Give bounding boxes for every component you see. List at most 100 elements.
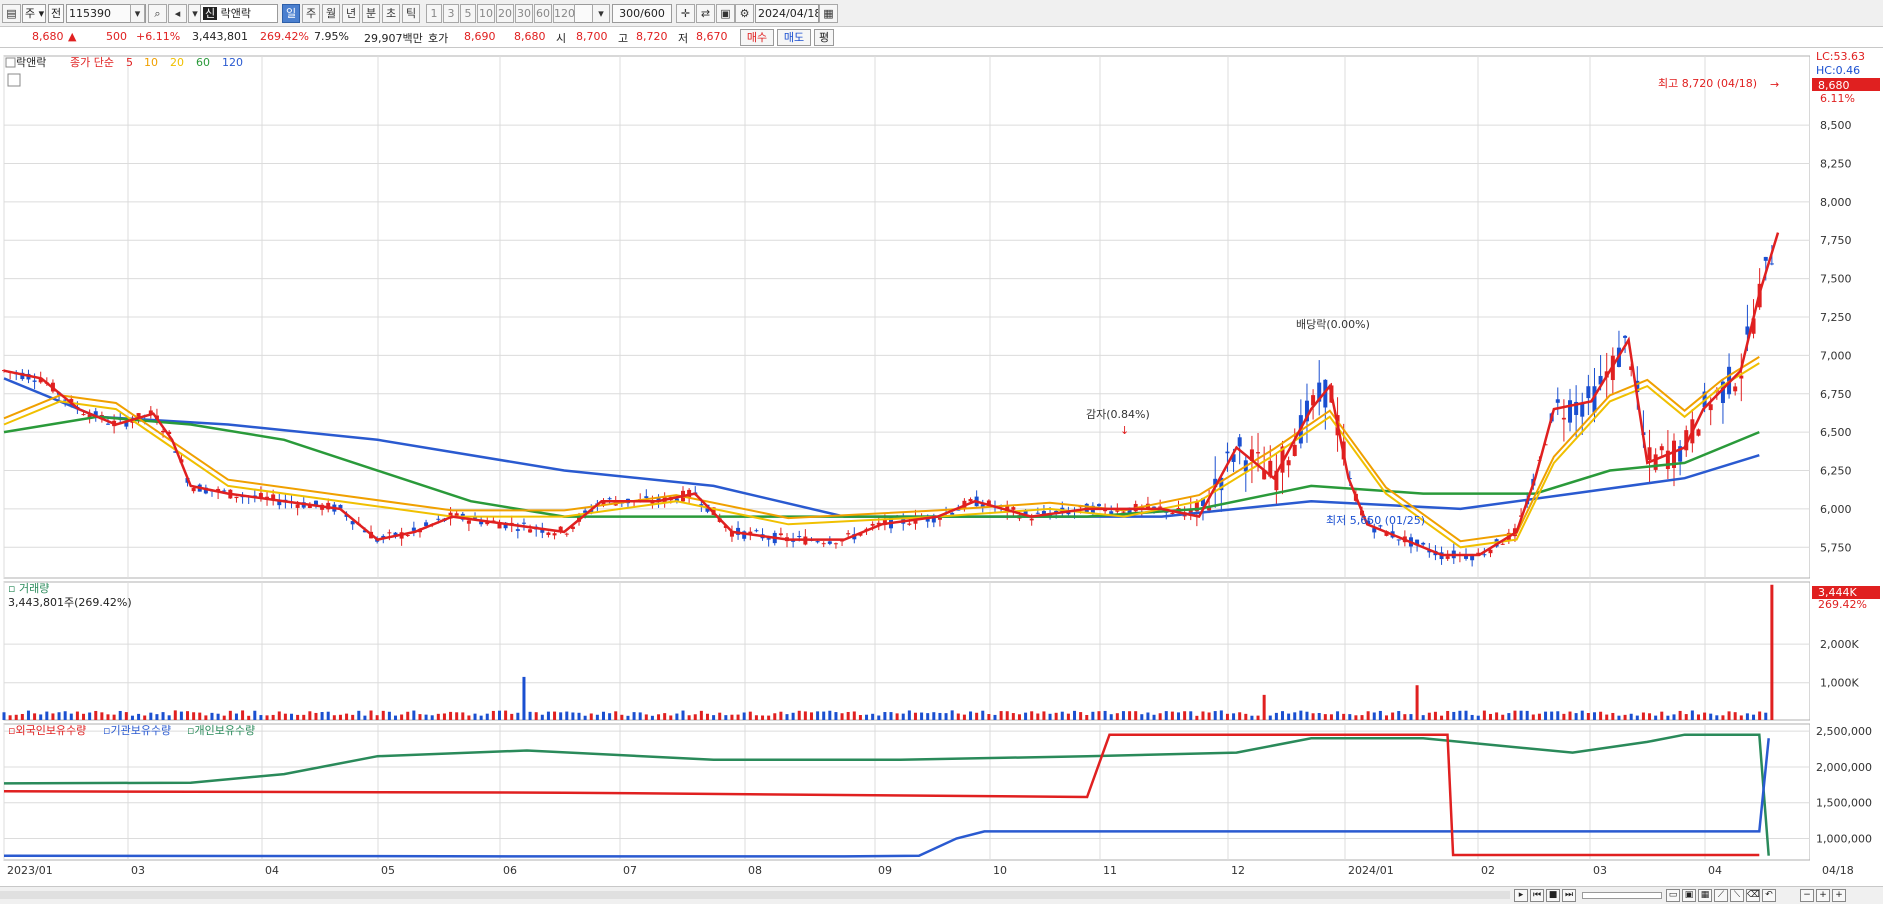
volume-bar: [1146, 712, 1150, 720]
interval-dropdown-icon[interactable]: ▾: [592, 4, 610, 23]
gear-icon[interactable]: ⚙: [735, 4, 754, 23]
candle-body: [1580, 403, 1585, 417]
scroll-last-icon[interactable]: ⏭: [1562, 889, 1576, 902]
price-tick-label: 7,750: [1820, 234, 1852, 247]
volume-bar: [39, 714, 43, 720]
high-label: 고: [618, 32, 629, 45]
x-label: 03: [131, 864, 145, 877]
tab-3[interactable]: 년: [342, 4, 360, 23]
scroll-prev-icon[interactable]: ▸: [1514, 889, 1528, 902]
volume-bar: [253, 710, 257, 720]
x-label: 03: [1593, 864, 1607, 877]
sound-icon[interactable]: ◂: [168, 4, 187, 23]
interval-10[interactable]: 10: [477, 4, 495, 23]
avg-button[interactable]: 평: [814, 29, 834, 46]
count-field[interactable]: 300/600: [612, 4, 672, 23]
interval-60[interactable]: 60: [534, 4, 552, 23]
high-arrow-icon: →: [1770, 78, 1779, 91]
menu-icon[interactable]: ▤: [2, 4, 21, 23]
interval-120[interactable]: 120: [553, 4, 575, 23]
volume-bar: [290, 713, 294, 720]
volume-bar: [510, 713, 514, 720]
crosshair-icon[interactable]: ✛: [676, 4, 695, 23]
volume-bar: [571, 712, 575, 720]
volume-bar: [485, 713, 489, 720]
zoom-slider[interactable]: [1582, 892, 1662, 899]
scroll-stop-icon[interactable]: ■: [1546, 889, 1560, 902]
volume-bar: [1384, 715, 1388, 720]
volume-bar: [1537, 713, 1541, 720]
zoom-out-icon[interactable]: −: [1800, 889, 1814, 902]
volume-bar: [669, 715, 673, 720]
chart-svg[interactable]: 5,750 6,000 6,250 6,500 6,750 7,000 7,250 7,500…: [0, 48, 1883, 886]
search-icon[interactable]: ⌕: [148, 4, 167, 23]
tab-5[interactable]: 초: [382, 4, 400, 23]
window-icon[interactable]: ▣: [1682, 889, 1696, 902]
chart-area[interactable]: 5,750 6,000 6,250 6,500 6,750 7,000 7,250 7,500…: [0, 48, 1883, 886]
save-icon[interactable]: ▣: [716, 4, 735, 23]
volume-bar: [773, 713, 777, 720]
volume-bar: [1134, 711, 1138, 720]
zoom-in-icon[interactable]: +: [1816, 889, 1830, 902]
calendar-icon[interactable]: ▦: [819, 4, 838, 23]
volume-sub: 3,443,801주(269.42%): [8, 596, 132, 609]
candle-body: [1733, 386, 1738, 392]
volume-bar: [785, 714, 789, 720]
volume-bar: [51, 713, 55, 720]
pane-toggle-icon: [5, 57, 16, 68]
interval-3[interactable]: 3: [443, 4, 459, 23]
tab-6[interactable]: 틱: [402, 4, 420, 23]
line-icon[interactable]: ⟍: [1730, 889, 1744, 902]
period-type-select[interactable]: 주 ▾: [22, 4, 46, 23]
stock-name-field[interactable]: 신 락앤락: [200, 4, 278, 23]
compare-toggle[interactable]: 전: [48, 4, 64, 23]
volume-bar: [436, 713, 440, 720]
volume-bar: [528, 711, 532, 720]
scrollbar-track[interactable]: [0, 891, 1510, 899]
layout-icon[interactable]: ▭: [1666, 889, 1680, 902]
date-field[interactable]: 2024/04/18: [755, 4, 819, 23]
volume-bar: [1238, 712, 1242, 720]
volume-bar: [167, 715, 171, 720]
interval-20[interactable]: 20: [496, 4, 514, 23]
sell-button[interactable]: 매도: [777, 29, 811, 46]
grid-icon[interactable]: ▦: [1698, 889, 1712, 902]
price-tick-label: 6,250: [1820, 465, 1852, 478]
code-dropdown-icon[interactable]: ▾: [130, 4, 145, 23]
bid-price-1: 8,690: [464, 30, 496, 43]
volume-bar: [1017, 714, 1021, 720]
tab-0[interactable]: 일: [282, 4, 300, 23]
price-tick-label: 7,500: [1820, 273, 1852, 286]
volume-bar: [228, 710, 232, 720]
scroll-first-icon[interactable]: ⏮: [1530, 889, 1544, 902]
volume-bar: [1329, 714, 1333, 720]
volume-bar: [1225, 713, 1229, 720]
interval-1[interactable]: 1: [426, 4, 442, 23]
volume-bar: [1617, 715, 1621, 720]
volume-bar: [1213, 711, 1217, 720]
tab-2[interactable]: 월: [322, 4, 340, 23]
arrows-icon[interactable]: ⇄: [696, 4, 715, 23]
volume-bar: [467, 715, 471, 720]
volume-bar: [1513, 710, 1517, 720]
draw-icon[interactable]: ⟋: [1714, 889, 1728, 902]
candle-body: [1445, 556, 1450, 559]
interval-30[interactable]: 30: [515, 4, 533, 23]
volume-bar: [1342, 713, 1346, 720]
horizontal-scrollbar[interactable]: ▸ ⏮ ■ ⏭ ▭ ▣ ▦ ⟋ ⟍ ⌫ ↶ − + +: [0, 886, 1883, 904]
candle-body: [1170, 512, 1175, 515]
interval-5[interactable]: 5: [460, 4, 476, 23]
buy-button[interactable]: 매수: [740, 29, 774, 46]
volume-bar: [663, 713, 667, 720]
undo-icon[interactable]: ↶: [1762, 889, 1776, 902]
eraser-icon[interactable]: ⌫: [1746, 889, 1760, 902]
add-icon[interactable]: +: [1832, 889, 1846, 902]
volume-bar: [1470, 714, 1474, 720]
volume-bar: [828, 710, 832, 720]
volume-bar: [1140, 714, 1144, 720]
tab-4[interactable]: 분: [362, 4, 380, 23]
candle-body: [1029, 518, 1034, 521]
volume-bar: [1262, 694, 1266, 720]
volume-bar: [1274, 712, 1278, 720]
tab-1[interactable]: 주: [302, 4, 320, 23]
